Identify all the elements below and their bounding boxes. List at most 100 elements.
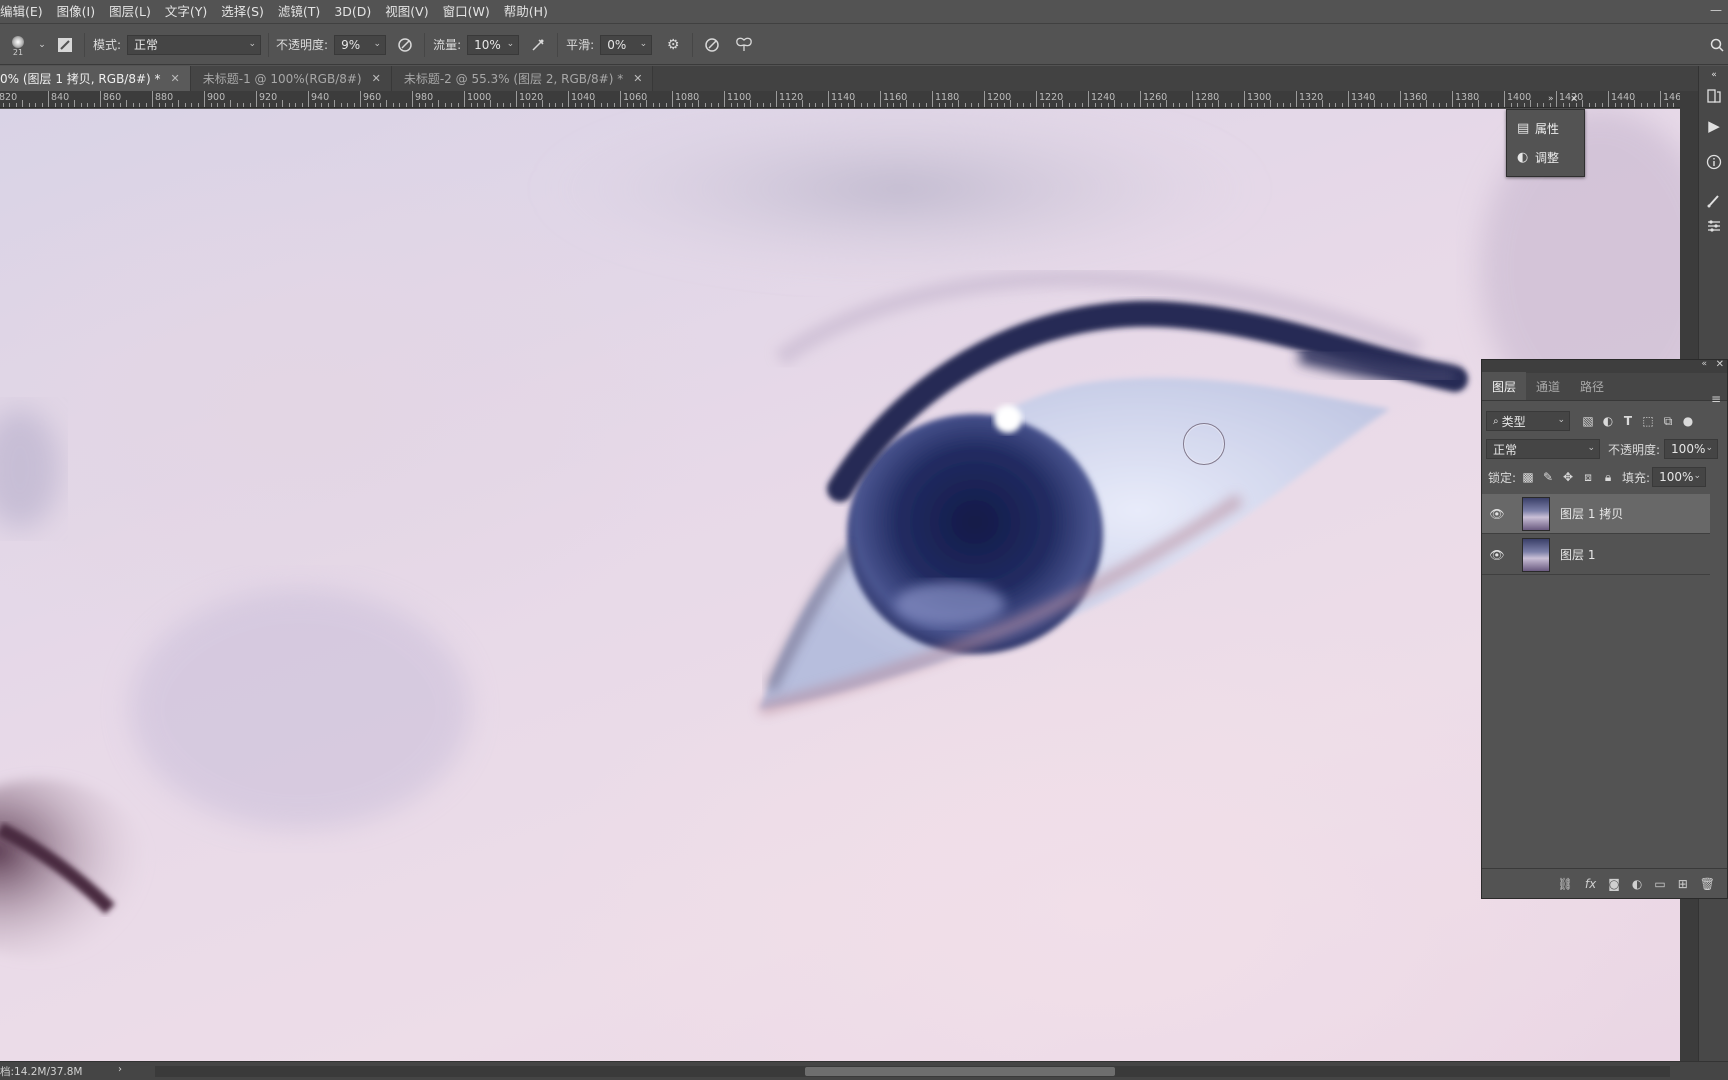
ruler-minor-tick [808, 103, 810, 107]
tab-paths[interactable]: 路径 [1570, 372, 1614, 400]
ruler-minor-tick [561, 103, 563, 107]
panel-menu-icon[interactable]: ≡ [1711, 392, 1721, 406]
tab-channels[interactable]: 通道 [1526, 372, 1570, 400]
document-tabs: 0% (图层 1 拷贝, RGB/8#) * ✕ 未标题-1 @ 100%(RG… [0, 66, 1698, 91]
pressure-opacity-icon[interactable] [394, 34, 416, 56]
menu-view[interactable]: 视图(V) [378, 0, 435, 24]
link-layers-icon[interactable]: ⛓ [1558, 877, 1573, 891]
menu-help[interactable]: 帮助(H) [497, 0, 555, 24]
chevron-down-icon: ⌄ [373, 38, 382, 49]
fill-input[interactable]: 100% ⌄ [1652, 467, 1707, 487]
airbrush-icon[interactable] [527, 34, 549, 56]
collapse-icon[interactable]: « [1701, 359, 1707, 369]
new-layer-icon[interactable]: ⊞ [1678, 877, 1688, 891]
brush-icon[interactable] [1704, 192, 1724, 212]
filter-shape-icon[interactable]: ⬚ [1638, 411, 1658, 431]
chevron-right-icon[interactable]: › [118, 1064, 122, 1075]
collapse-icon[interactable]: » [1548, 94, 1554, 104]
search-icon[interactable] [1706, 34, 1728, 56]
ruler-minor-tick [1029, 103, 1031, 107]
eye-icon[interactable]: 👁︎ [1482, 548, 1512, 562]
trash-icon[interactable]: 🗑︎ [1700, 877, 1715, 891]
smooth-input[interactable]: 0% ⌄ [600, 34, 653, 55]
lock-all-icon[interactable]: 🔒︎ [1598, 467, 1618, 487]
ruler-major-tick [1036, 91, 1037, 107]
ruler-minor-tick [54, 103, 56, 107]
tab-untitled-2[interactable]: 未标题-2 @ 55.3% (图层 2, RGB/8#) * ✕ [391, 66, 654, 91]
menu-edit[interactable]: 编辑(E) [0, 0, 50, 24]
ruler-minor-tick [1335, 103, 1336, 107]
layer-row-1[interactable]: 👁︎ 图层 1 [1482, 535, 1710, 575]
filter-smart-object-icon[interactable]: ⧉ [1658, 411, 1678, 431]
collapse-dock-icon[interactable]: « [1704, 65, 1724, 85]
new-adjustment-icon[interactable]: ◐ [1632, 877, 1642, 891]
menu-window[interactable]: 窗口(W) [436, 0, 497, 24]
minimize-icon[interactable]: — [1710, 4, 1722, 16]
layer-filter-row: ⌕ 类型 ⌄ ▧ ◐ T ⬚ ⧉ ● [1482, 408, 1727, 434]
adjustments-item[interactable]: ◐ 调整 [1507, 144, 1586, 170]
new-group-icon[interactable]: ▭ [1654, 877, 1665, 891]
ruler-minor-tick [1465, 103, 1466, 107]
menu-image[interactable]: 图像(I) [50, 0, 102, 24]
info-icon[interactable] [1704, 154, 1724, 174]
fx-icon[interactable]: fx [1585, 877, 1596, 891]
menu-type[interactable]: 文字(Y) [158, 0, 214, 24]
ruler-minor-tick [1289, 103, 1291, 107]
close-icon[interactable]: ✕ [633, 72, 642, 85]
ruler-label: 1120 [779, 92, 804, 103]
brush-preset-picker[interactable]: 21 [0, 25, 36, 65]
mode-select[interactable]: 正常 ⌄ [127, 34, 262, 55]
ruler-minor-tick [1601, 103, 1603, 107]
close-icon[interactable]: ✕ [1716, 359, 1724, 370]
filter-kind-select[interactable]: ⌕ 类型 ⌄ [1486, 411, 1570, 431]
ruler-minor-tick [860, 103, 862, 107]
add-mask-icon[interactable]: ◙ [1608, 877, 1620, 891]
flow-input[interactable]: 10% ⌄ [467, 34, 520, 55]
eye-icon[interactable]: 👁︎ [1482, 507, 1512, 521]
menu-3d[interactable]: 3D(D) [327, 0, 378, 24]
layer-opacity-input[interactable]: 100% ⌄ [1664, 439, 1719, 459]
opacity-input[interactable]: 9% ⌄ [334, 34, 387, 55]
tab-untitled-1[interactable]: 未标题-1 @ 100%(RGB/8#) ✕ [190, 66, 392, 91]
brush-settings-icon[interactable] [1704, 218, 1724, 238]
brush-size-label: 21 [12, 47, 24, 57]
layer-row-copy[interactable]: 👁︎ 图层 1 拷贝 [1482, 494, 1710, 534]
symmetry-butterfly-icon[interactable] [733, 34, 755, 56]
history-icon[interactable] [1704, 88, 1724, 108]
lock-transparent-icon[interactable]: ▩ [1518, 467, 1538, 487]
filter-toggle-icon[interactable]: ● [1678, 411, 1698, 431]
menu-layer[interactable]: 图层(L) [102, 0, 158, 24]
blend-mode-select[interactable]: 正常 ⌄ [1486, 439, 1600, 459]
ruler-minor-tick [418, 103, 420, 107]
horizontal-scrollbar[interactable] [155, 1066, 1670, 1077]
tab-document-active[interactable]: 0% (图层 1 拷贝, RGB/8#) * ✕ [0, 66, 191, 91]
filter-pixel-icon[interactable]: ▧ [1578, 411, 1598, 431]
gear-icon[interactable]: ⚙ [662, 34, 684, 56]
tab-layers[interactable]: 图层 [1482, 372, 1527, 400]
doc-size-status: 档:14.2M/37.8M [0, 1066, 83, 1078]
menu-select[interactable]: 选择(S) [214, 0, 271, 24]
lock-image-icon[interactable]: ✎ [1538, 467, 1558, 487]
filter-type-icon[interactable]: T [1618, 411, 1638, 431]
ruler-minor-tick [1270, 100, 1271, 107]
brush-settings-icon[interactable] [54, 34, 76, 56]
scroll-thumb[interactable] [805, 1067, 1115, 1076]
ruler-minor-tick [321, 103, 322, 107]
filter-adjustment-icon[interactable]: ◐ [1598, 411, 1618, 431]
properties-item[interactable]: ▤ 属性 [1507, 115, 1586, 141]
close-icon[interactable]: ✕ [372, 72, 381, 85]
smooth-value: 0% [607, 37, 627, 52]
menu-filter[interactable]: 滤镜(T) [271, 0, 327, 24]
ruler-label: 1380 [1455, 92, 1480, 103]
actions-play-icon[interactable]: ▶ [1704, 116, 1724, 136]
lock-artboard-icon[interactable]: ⧈ [1578, 467, 1598, 487]
ruler-minor-tick [1101, 103, 1102, 107]
ruler-major-tick [412, 91, 413, 107]
close-icon[interactable]: ✕ [1570, 94, 1578, 105]
pressure-size-icon[interactable] [701, 34, 723, 56]
document-canvas[interactable] [0, 109, 1680, 1061]
lock-position-icon[interactable]: ✥ [1558, 467, 1578, 487]
close-icon[interactable]: ✕ [171, 72, 180, 85]
chevron-down-icon[interactable]: ⌄ [36, 34, 48, 56]
ruler-minor-tick [1276, 103, 1278, 107]
